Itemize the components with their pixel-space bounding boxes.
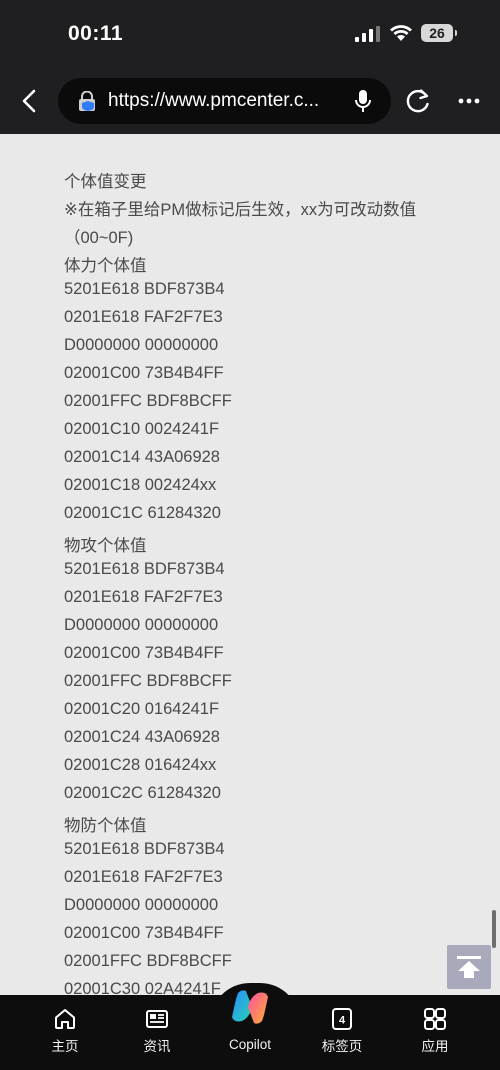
code-line: 02001C30 02A4241F (64, 980, 221, 994)
note-text: ※在箱子里给PM做标记后生效，xx为可改动数值 (64, 201, 417, 219)
code-line: 02001FFC BDF8BCFF (64, 392, 232, 410)
battery-icon: 26 (421, 24, 457, 42)
more-icon[interactable] (458, 98, 480, 104)
nav-home-label: 主页 (51, 1039, 79, 1054)
section-heading: 体力个体值 (64, 257, 147, 275)
page-content: 个体值变更 ※在箱子里给PM做标记后生效，xx为可改动数值 （00~0F) 体力… (0, 134, 500, 994)
code-line: 02001C20 0164241F (64, 700, 220, 718)
section-heading: 物防个体值 (64, 817, 147, 835)
scroll-top-icon (457, 956, 481, 978)
copilot-icon[interactable] (230, 989, 270, 1025)
section-title: 个体值变更 (64, 173, 147, 191)
wifi-icon (390, 25, 412, 41)
code-line: 0201E618 FAF2F7E3 (64, 868, 223, 886)
code-line: D0000000 00000000 (64, 896, 219, 914)
tab-count: 4 (339, 1015, 346, 1027)
code-line: 02001C10 0024241F (64, 420, 220, 438)
nav-copilot-label[interactable]: Copilot (215, 1037, 285, 1052)
code-line: 02001C00 73B4B4FF (64, 644, 224, 662)
code-line: 5201E618 BDF873B4 (64, 280, 225, 298)
code-line: 5201E618 BDF873B4 (64, 840, 225, 858)
nav-news-label: 资讯 (143, 1039, 171, 1054)
nav-apps-label: 应用 (421, 1039, 449, 1054)
code-line: D0000000 00000000 (64, 616, 219, 634)
code-line: 02001C2C 61284320 (64, 784, 221, 802)
code-line: 0201E618 FAF2F7E3 (64, 588, 223, 606)
mic-icon[interactable] (354, 89, 372, 113)
nav-tabs[interactable]: 4 标签页 (302, 995, 382, 1070)
status-time: 00:11 (68, 22, 124, 45)
nav-tabs-label: 标签页 (321, 1039, 363, 1054)
code-line: 02001C14 43A06928 (64, 448, 220, 466)
code-line: 5201E618 BDF873B4 (64, 560, 225, 578)
scrollbar[interactable] (492, 910, 496, 948)
bottom-nav: 主页 资讯 Copilot 4 标签页 应用 (0, 983, 500, 1070)
address-bar[interactable]: https://www.pmcenter.c... (58, 78, 391, 124)
code-line: 02001C28 016424xx (64, 756, 217, 774)
back-icon[interactable] (18, 88, 42, 114)
section-heading: 物攻个体值 (64, 537, 147, 555)
signal-icon (355, 26, 380, 42)
code-line: 02001C24 43A06928 (64, 728, 220, 746)
nav-home[interactable]: 主页 (25, 995, 105, 1070)
note-text: （00~0F) (64, 229, 134, 247)
code-line: 02001C18 002424xx (64, 476, 217, 494)
nav-news[interactable]: 资讯 (117, 995, 197, 1070)
code-line: 02001FFC BDF8BCFF (64, 952, 232, 970)
code-line: 02001C00 73B4B4FF (64, 924, 224, 942)
nav-apps[interactable]: 应用 (395, 995, 475, 1070)
apps-icon (424, 1008, 446, 1030)
code-line: 0201E618 FAF2F7E3 (64, 308, 223, 326)
refresh-icon[interactable] (405, 88, 431, 114)
code-line: 02001FFC BDF8BCFF (64, 672, 232, 690)
tabs-icon: 4 (332, 1008, 352, 1030)
code-line: 02001C00 73B4B4FF (64, 364, 224, 382)
code-line: D0000000 00000000 (64, 336, 219, 354)
status-bar: 00:11 26 (0, 0, 500, 68)
url-text[interactable]: https://www.pmcenter.c... (108, 90, 348, 112)
scroll-to-top-button[interactable] (447, 945, 491, 989)
news-icon (146, 1010, 168, 1028)
code-line: 02001C1C 61284320 (64, 504, 221, 522)
lock-icon[interactable] (78, 91, 96, 111)
browser-toolbar: https://www.pmcenter.c... (0, 68, 500, 134)
home-icon (55, 1009, 75, 1029)
